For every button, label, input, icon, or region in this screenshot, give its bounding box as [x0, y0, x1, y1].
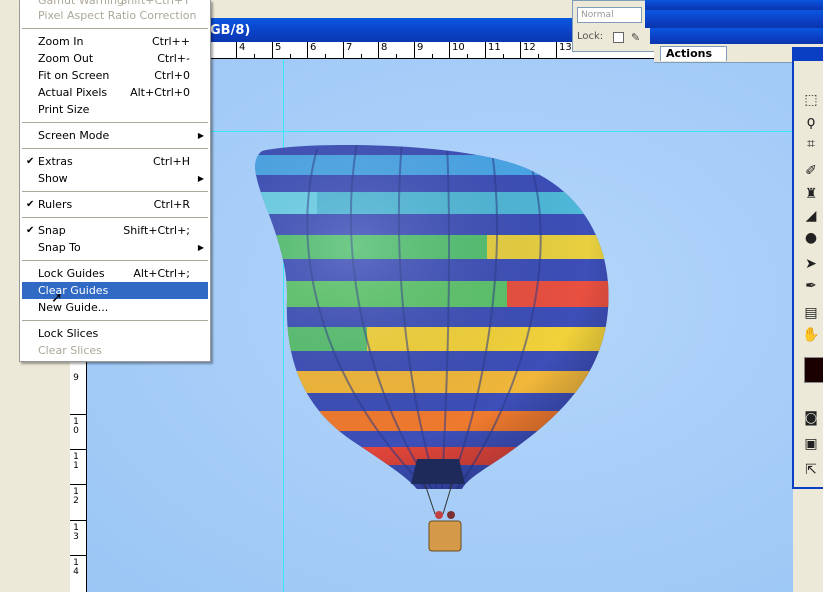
- menu-item-pixel-aspect: Pixel Aspect Ratio Correction: [38, 9, 197, 22]
- lock-image-icon[interactable]: ✎: [631, 31, 640, 44]
- menu-separator: [22, 191, 208, 192]
- ruler-minor-tick: [396, 54, 397, 58]
- menu-separator: [22, 320, 208, 321]
- menu-item-zoom-out[interactable]: Zoom Out Ctrl+-: [22, 50, 208, 67]
- ruler-label: 1 0: [73, 417, 79, 436]
- ruler-minor-tick: [432, 54, 433, 58]
- menu-item-lock-slices[interactable]: Lock Slices: [22, 325, 208, 342]
- menu-item-extras[interactable]: ✔ Extras Ctrl+H: [22, 153, 208, 170]
- submenu-arrow-icon: ▶: [197, 174, 204, 183]
- menu-separator: [22, 217, 208, 218]
- lock-label: Lock:: [577, 31, 604, 42]
- ruler-tick: [70, 484, 86, 485]
- menu-item-lock-guides[interactable]: Lock Guides Alt+Ctrl+;: [22, 265, 208, 282]
- menu-item-new-guide[interactable]: New Guide...: [22, 299, 208, 316]
- path-select-icon[interactable]: ➤: [802, 255, 820, 273]
- palette-titlebar[interactable]: [645, 10, 823, 28]
- blend-mode-select[interactable]: Normal: [577, 7, 642, 23]
- menu-item-screen-mode[interactable]: Screen Mode ▶: [22, 127, 208, 144]
- ruler-label: 6: [307, 42, 316, 58]
- crop-icon[interactable]: ⌗: [802, 135, 820, 153]
- ruler-minor-tick: [503, 54, 504, 58]
- ruler-label: 5: [272, 42, 281, 58]
- ruler-label: 12: [520, 42, 536, 58]
- ruler-label: 1 2: [73, 487, 79, 506]
- eraser-icon[interactable]: ◢: [802, 207, 820, 225]
- tab-actions[interactable]: Actions: [660, 46, 727, 61]
- ruler-label: 9: [73, 373, 79, 383]
- document-title: GB/8): [210, 23, 251, 38]
- foreground-color-swatch[interactable]: [804, 357, 823, 383]
- ruler-label: 8: [378, 42, 387, 58]
- lasso-icon[interactable]: ϙ: [802, 113, 820, 131]
- ruler-label: 9: [414, 42, 423, 58]
- toolbox-titlebar[interactable]: [794, 47, 823, 61]
- submenu-arrow-icon: ▶: [197, 243, 204, 252]
- ruler-tick: [70, 449, 86, 450]
- ruler-minor-tick: [254, 54, 255, 58]
- ruler-label: 4: [236, 42, 245, 58]
- palette-titlebar[interactable]: [650, 28, 823, 44]
- ruler-label: 1 3: [73, 523, 79, 542]
- menu-item-zoom-in[interactable]: Zoom In Ctrl++: [22, 33, 208, 50]
- healing-brush-icon[interactable]: ✐: [802, 162, 820, 180]
- menu-separator: [22, 122, 208, 123]
- mouse-cursor-icon: ➚: [51, 290, 63, 306]
- menu-separator: [22, 260, 208, 261]
- menu-separator: [22, 28, 208, 29]
- menu-item-fit-on-screen[interactable]: Fit on Screen Ctrl+0: [22, 67, 208, 84]
- hand-icon[interactable]: ✋: [802, 326, 820, 344]
- ruler-minor-tick: [467, 54, 468, 58]
- menu-separator: [22, 148, 208, 149]
- toolbox[interactable]: ⬚ ϙ ⌗ ✐ ♜ ◢ ● ➤ ✒ ▤ ✋ ◙ ▣ ⇱: [792, 47, 823, 489]
- ruler-tick: [70, 414, 86, 415]
- palette-titlebar[interactable]: [645, 0, 823, 10]
- view-menu[interactable]: Gamut Warning Shift+Ctrl+Y Pixel Aspect …: [19, 0, 211, 362]
- lock-transparency-checkbox[interactable]: [613, 32, 624, 43]
- blur-icon[interactable]: ●: [802, 229, 820, 247]
- checkmark-icon: ✔: [26, 199, 35, 210]
- submenu-arrow-icon: ▶: [197, 131, 204, 140]
- ruler-label: 1 1: [73, 452, 79, 471]
- ruler-label: 1 4: [73, 558, 79, 577]
- ruler-label: 11: [485, 42, 501, 58]
- screen-mode-icon[interactable]: ▣: [802, 435, 820, 453]
- menu-item-snap[interactable]: ✔ Snap Shift+Ctrl+;: [22, 222, 208, 239]
- ruler-label: 13: [556, 42, 572, 58]
- ruler-minor-tick: [538, 54, 539, 58]
- menu-item-clear-slices: Clear Slices: [38, 344, 102, 357]
- pen-icon[interactable]: ✒: [802, 277, 820, 295]
- checkmark-icon: ✔: [26, 156, 35, 167]
- ruler-minor-tick: [361, 54, 362, 58]
- menu-item-rulers[interactable]: ✔ Rulers Ctrl+R: [22, 196, 208, 213]
- stamp-icon[interactable]: ♜: [802, 185, 820, 203]
- ruler-label: 10: [449, 42, 465, 58]
- ruler-tick: [70, 520, 86, 521]
- quick-mask-icon[interactable]: ◙: [802, 409, 820, 427]
- menu-item-clear-guides[interactable]: Clear Guides: [22, 282, 208, 299]
- menu-item-show[interactable]: Show ▶: [22, 170, 208, 187]
- menu-item-print-size[interactable]: Print Size: [22, 101, 208, 118]
- ruler-label: 7: [343, 42, 352, 58]
- ruler-minor-tick: [290, 54, 291, 58]
- checkmark-icon: ✔: [26, 225, 35, 236]
- notes-icon[interactable]: ▤: [802, 304, 820, 322]
- menu-item-actual-pixels[interactable]: Actual Pixels Alt+Ctrl+0: [22, 84, 208, 101]
- ruler-minor-tick: [325, 54, 326, 58]
- marquee-icon[interactable]: ⬚: [802, 91, 820, 109]
- jump-to-icon[interactable]: ⇱: [802, 461, 820, 479]
- ruler-tick: [70, 555, 86, 556]
- menu-item-snap-to[interactable]: Snap To ▶: [22, 239, 208, 256]
